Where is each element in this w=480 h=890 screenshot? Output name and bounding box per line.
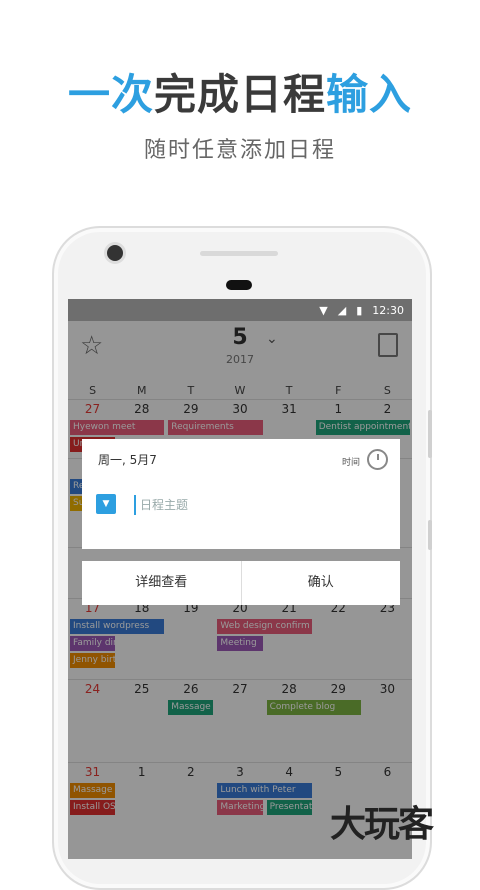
dialog-date: 周一, 5月7	[98, 453, 157, 467]
power-button	[428, 520, 432, 550]
status-bar: ▼ ◢ ▮ 12:30	[68, 299, 412, 321]
wifi-icon: ▼	[319, 303, 328, 317]
headline-part3: 输入	[326, 70, 413, 119]
time-label: 时间	[341, 458, 360, 468]
status-time: 12:30	[372, 303, 404, 317]
speaker-grille	[200, 251, 278, 256]
confirm-button[interactable]: 确认	[242, 561, 401, 605]
camera-icon	[107, 245, 123, 261]
quick-add-dialog: 周一, 5月7 时间 ▼	[82, 439, 400, 549]
modal-overlay[interactable]: 周一, 5月7 时间 ▼ 详细查看 确认	[68, 321, 412, 859]
volume-button	[428, 410, 432, 458]
earpiece	[226, 280, 252, 290]
phone-screen: ▼ ◢ ▮ 12:30 ☆ 5 ⌄ 2017 SMTWTFS 27 28 29 30 3…	[68, 299, 412, 859]
headline-part1: 一次	[67, 70, 154, 119]
watermark: 大玩客	[330, 804, 434, 845]
subject-input[interactable]	[134, 495, 342, 515]
clock-icon[interactable]	[367, 449, 388, 470]
promo-headline: 一次完成日程输入	[0, 70, 480, 120]
battery-icon: ▮	[356, 303, 363, 317]
dialog-buttons: 详细查看 确认	[82, 561, 400, 605]
signal-icon: ◢	[337, 303, 347, 317]
details-button[interactable]: 详细查看	[82, 561, 242, 605]
promo-subtitle: 随时任意添加日程	[143, 138, 336, 163]
headline-part2: 完成日程	[153, 70, 326, 119]
color-picker-button[interactable]: ▼	[96, 494, 116, 514]
